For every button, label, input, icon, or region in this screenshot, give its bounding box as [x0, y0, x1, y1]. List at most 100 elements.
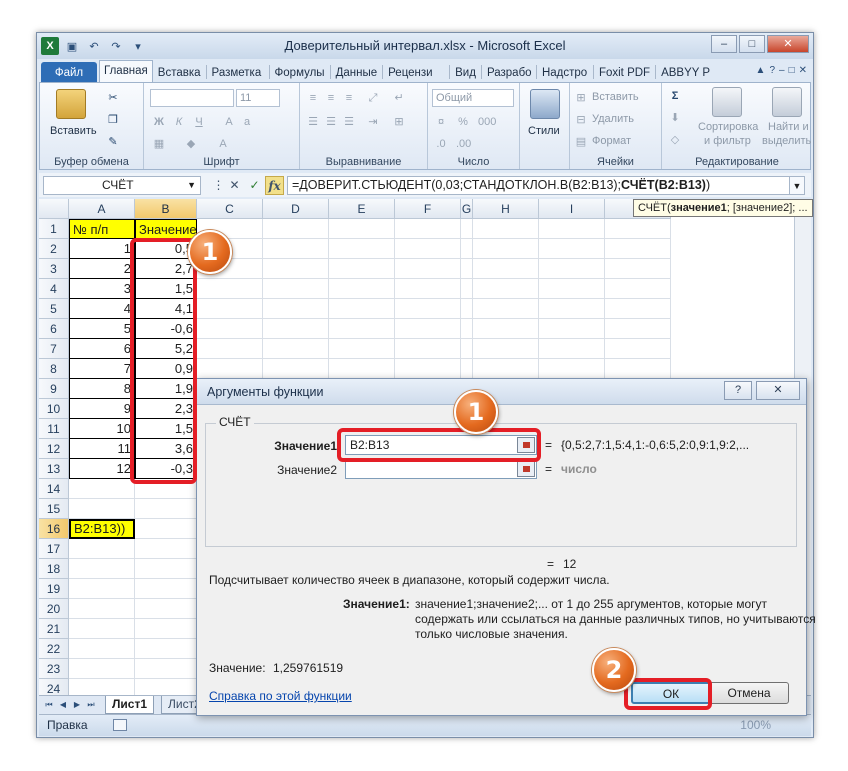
- confirm-entry-icon[interactable]: ✓: [245, 176, 264, 195]
- maximize-button[interactable]: □: [739, 35, 765, 53]
- align-bottom-icon[interactable]: ≡: [342, 91, 356, 105]
- next-sheet-icon[interactable]: ▶: [71, 698, 83, 712]
- paste-icon[interactable]: [56, 89, 86, 119]
- row-header-19[interactable]: 19: [39, 579, 69, 599]
- format-cells-button[interactable]: Формат: [592, 135, 631, 147]
- tab-developer[interactable]: Разрабо: [482, 62, 536, 82]
- styles-button[interactable]: Стили: [528, 125, 560, 137]
- cell-a2[interactable]: 1: [69, 239, 135, 259]
- paste-button[interactable]: Вставить: [50, 125, 97, 137]
- fill-color-icon[interactable]: ◆: [184, 137, 198, 151]
- row-header-10[interactable]: 10: [39, 399, 69, 419]
- row-header-16[interactable]: 16: [39, 519, 69, 539]
- tab-abbyy-pdf[interactable]: ABBYY PD: [656, 62, 712, 82]
- zoom-level[interactable]: 100%: [740, 715, 771, 736]
- tab-insert[interactable]: Вставка: [153, 62, 206, 82]
- row-header-18[interactable]: 18: [39, 559, 69, 579]
- tab-addins[interactable]: Надстро: [537, 62, 593, 82]
- insert-cells-button[interactable]: Вставить: [592, 91, 639, 103]
- row-header-6[interactable]: 6: [39, 319, 69, 339]
- column-header-b[interactable]: B: [135, 199, 197, 219]
- bold-icon[interactable]: Ж: [152, 115, 166, 129]
- column-header-c[interactable]: C: [197, 199, 263, 219]
- orientation-icon[interactable]: ⤢: [366, 91, 380, 105]
- row-header-22[interactable]: 22: [39, 639, 69, 659]
- decrease-decimal-icon[interactable]: .00: [456, 137, 471, 151]
- borders-icon[interactable]: ▦: [152, 137, 166, 151]
- row-header-1[interactable]: 1: [39, 219, 69, 239]
- tab-formulas[interactable]: Формулы: [270, 62, 330, 82]
- autosum-icon[interactable]: Σ: [668, 89, 682, 103]
- copy-icon[interactable]: ❐: [106, 113, 120, 127]
- clear-icon[interactable]: ◇: [668, 133, 682, 147]
- arg2-input[interactable]: [345, 459, 537, 479]
- dialog-help-button[interactable]: ?: [724, 381, 752, 400]
- percent-icon[interactable]: %: [456, 115, 470, 129]
- tab-home[interactable]: Главная: [99, 60, 153, 82]
- minimize-ribbon-icon[interactable]: ▲: [756, 65, 766, 76]
- insert-cells-icon[interactable]: ⊞: [574, 91, 588, 105]
- align-center-icon[interactable]: ☰: [324, 115, 338, 129]
- find-select-line1[interactable]: Найти и: [768, 121, 809, 133]
- column-header-f[interactable]: F: [395, 199, 461, 219]
- row-header-2[interactable]: 2: [39, 239, 69, 259]
- cell-a8[interactable]: 7: [69, 359, 135, 379]
- close-button[interactable]: ✕: [767, 35, 809, 53]
- row-header-21[interactable]: 21: [39, 619, 69, 639]
- styles-icon[interactable]: [530, 89, 560, 119]
- active-cell-b16[interactable]: B2:B13)): [69, 519, 135, 539]
- excel-logo-icon[interactable]: X: [41, 37, 59, 55]
- tab-page-layout[interactable]: Разметка: [207, 62, 269, 82]
- merge-icon[interactable]: ⊞: [392, 115, 406, 129]
- dialog-close-button[interactable]: ✕: [756, 381, 800, 400]
- sort-filter-line1[interactable]: Сортировка: [698, 121, 758, 133]
- sheet-tab-1[interactable]: Лист1: [105, 696, 155, 714]
- first-sheet-icon[interactable]: ⏮: [43, 698, 55, 712]
- cell-a7[interactable]: 6: [69, 339, 135, 359]
- minimize-button[interactable]: –: [711, 35, 737, 53]
- align-top-icon[interactable]: ≡: [306, 91, 320, 105]
- customize-icon[interactable]: ▾: [129, 37, 147, 55]
- row-header-7[interactable]: 7: [39, 339, 69, 359]
- cell-a1[interactable]: № п/п: [69, 219, 135, 239]
- column-header-e[interactable]: E: [329, 199, 395, 219]
- cell-a4[interactable]: 3: [69, 279, 135, 299]
- delete-cells-icon[interactable]: ⊟: [574, 113, 588, 127]
- row-header-8[interactable]: 8: [39, 359, 69, 379]
- font-name-combo[interactable]: [150, 89, 234, 107]
- increase-decimal-icon[interactable]: .0: [434, 137, 448, 151]
- redo-icon[interactable]: ↷: [107, 37, 125, 55]
- number-format-combo[interactable]: Общий: [432, 89, 514, 107]
- cell-a13[interactable]: 12: [69, 459, 135, 479]
- doc-restore-icon[interactable]: □: [789, 65, 795, 76]
- row-header-13[interactable]: 13: [39, 459, 69, 479]
- row-header-11[interactable]: 11: [39, 419, 69, 439]
- underline-icon[interactable]: Ч: [192, 115, 206, 129]
- column-header-d[interactable]: D: [263, 199, 329, 219]
- find-select-icon[interactable]: [772, 87, 802, 117]
- cell-a9[interactable]: 8: [69, 379, 135, 399]
- shrink-font-icon[interactable]: a: [240, 115, 254, 129]
- cell-b1[interactable]: Значение: [135, 219, 197, 239]
- find-select-line2[interactable]: выделить: [762, 135, 811, 147]
- cut-icon[interactable]: ✂: [106, 91, 120, 105]
- column-header-h[interactable]: H: [473, 199, 539, 219]
- row-header-14[interactable]: 14: [39, 479, 69, 499]
- currency-icon[interactable]: ¤: [434, 115, 448, 129]
- sort-filter-line2[interactable]: и фильтр: [704, 135, 751, 147]
- sort-filter-icon[interactable]: [712, 87, 742, 117]
- help-icon[interactable]: ?: [769, 65, 775, 76]
- row-header-15[interactable]: 15: [39, 499, 69, 519]
- row-header-12[interactable]: 12: [39, 439, 69, 459]
- prev-sheet-icon[interactable]: ◀: [57, 698, 69, 712]
- doc-close-icon[interactable]: ✕: [799, 65, 807, 76]
- delete-cells-button[interactable]: Удалить: [592, 113, 634, 125]
- insert-function-button[interactable]: fx: [265, 176, 284, 195]
- macro-record-icon[interactable]: [113, 719, 127, 731]
- save-icon[interactable]: ▣: [63, 37, 81, 55]
- row-header-3[interactable]: 3: [39, 259, 69, 279]
- comma-style-icon[interactable]: 000: [478, 115, 496, 129]
- row-header-9[interactable]: 9: [39, 379, 69, 399]
- italic-icon[interactable]: К: [172, 115, 186, 129]
- row-header-5[interactable]: 5: [39, 299, 69, 319]
